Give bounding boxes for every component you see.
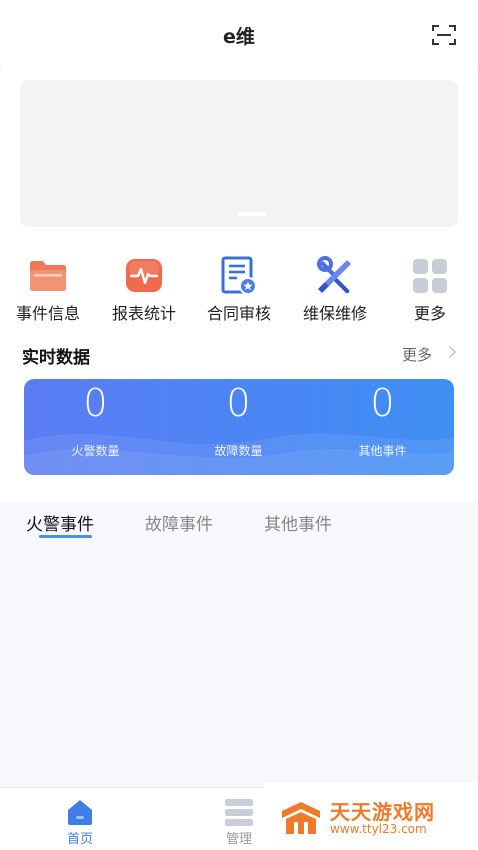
quick-action-label: 更多 <box>413 304 446 323</box>
more-label: 更多 <box>402 346 433 364</box>
tab-other-events[interactable]: 其他事件 <box>264 510 332 535</box>
home-icon <box>68 800 92 825</box>
folder-icon <box>30 261 66 291</box>
wrench-screwdriver-icon <box>317 256 351 294</box>
realtime-section-title: 实时数据 <box>22 348 90 368</box>
quick-action-maintenance[interactable]: 维保维修 <box>287 256 383 326</box>
tab-fault-events[interactable]: 故障事件 <box>145 510 213 535</box>
app-header: e维 <box>0 0 478 66</box>
watermark-url: www.ttyl23.com <box>330 822 427 836</box>
watermark-logo-icon <box>282 802 320 834</box>
nav-home[interactable]: 首页 <box>40 788 120 850</box>
contract-review-icon <box>221 256 257 295</box>
pulse-chart-icon <box>126 259 162 292</box>
quick-action-more[interactable]: 更多 <box>382 256 478 326</box>
stat-fire-alarms[interactable]: 0 火警数量 <box>24 379 167 475</box>
quick-action-report-stats[interactable]: 报表统计 <box>96 256 192 326</box>
quick-action-event-info[interactable]: 事件信息 <box>0 256 96 326</box>
tab-fire-events[interactable]: 火警事件 <box>26 510 94 535</box>
scan-icon[interactable] <box>432 24 456 46</box>
stat-other-events[interactable]: 0 其他事件 <box>311 379 454 475</box>
realtime-more-link[interactable]: 更多 <box>402 344 456 365</box>
quick-action-contract-review[interactable]: 合同审核 <box>191 256 287 326</box>
carousel-indicator <box>238 212 266 216</box>
stat-faults[interactable]: 0 故障数量 <box>167 379 310 475</box>
stat-label: 其他事件 <box>358 444 407 458</box>
nav-label: 首页 <box>66 832 93 847</box>
grid-more-icon <box>413 259 447 293</box>
stat-value: 0 <box>226 381 251 425</box>
active-tab-indicator <box>39 535 92 538</box>
stat-value: 0 <box>83 381 108 425</box>
banner-carousel[interactable] <box>20 80 458 227</box>
stat-label: 故障数量 <box>214 444 263 458</box>
list-icon <box>225 799 253 826</box>
watermark-name: 天天游戏网 <box>330 800 435 824</box>
site-watermark: 天天游戏网 www.ttyl23.com <box>264 782 478 850</box>
stat-value: 0 <box>370 381 395 425</box>
realtime-stats-card: 0 火警数量 0 故障数量 0 其他事件 <box>24 379 454 475</box>
page-title: e维 <box>223 26 255 48</box>
stat-label: 火警数量 <box>71 444 120 458</box>
